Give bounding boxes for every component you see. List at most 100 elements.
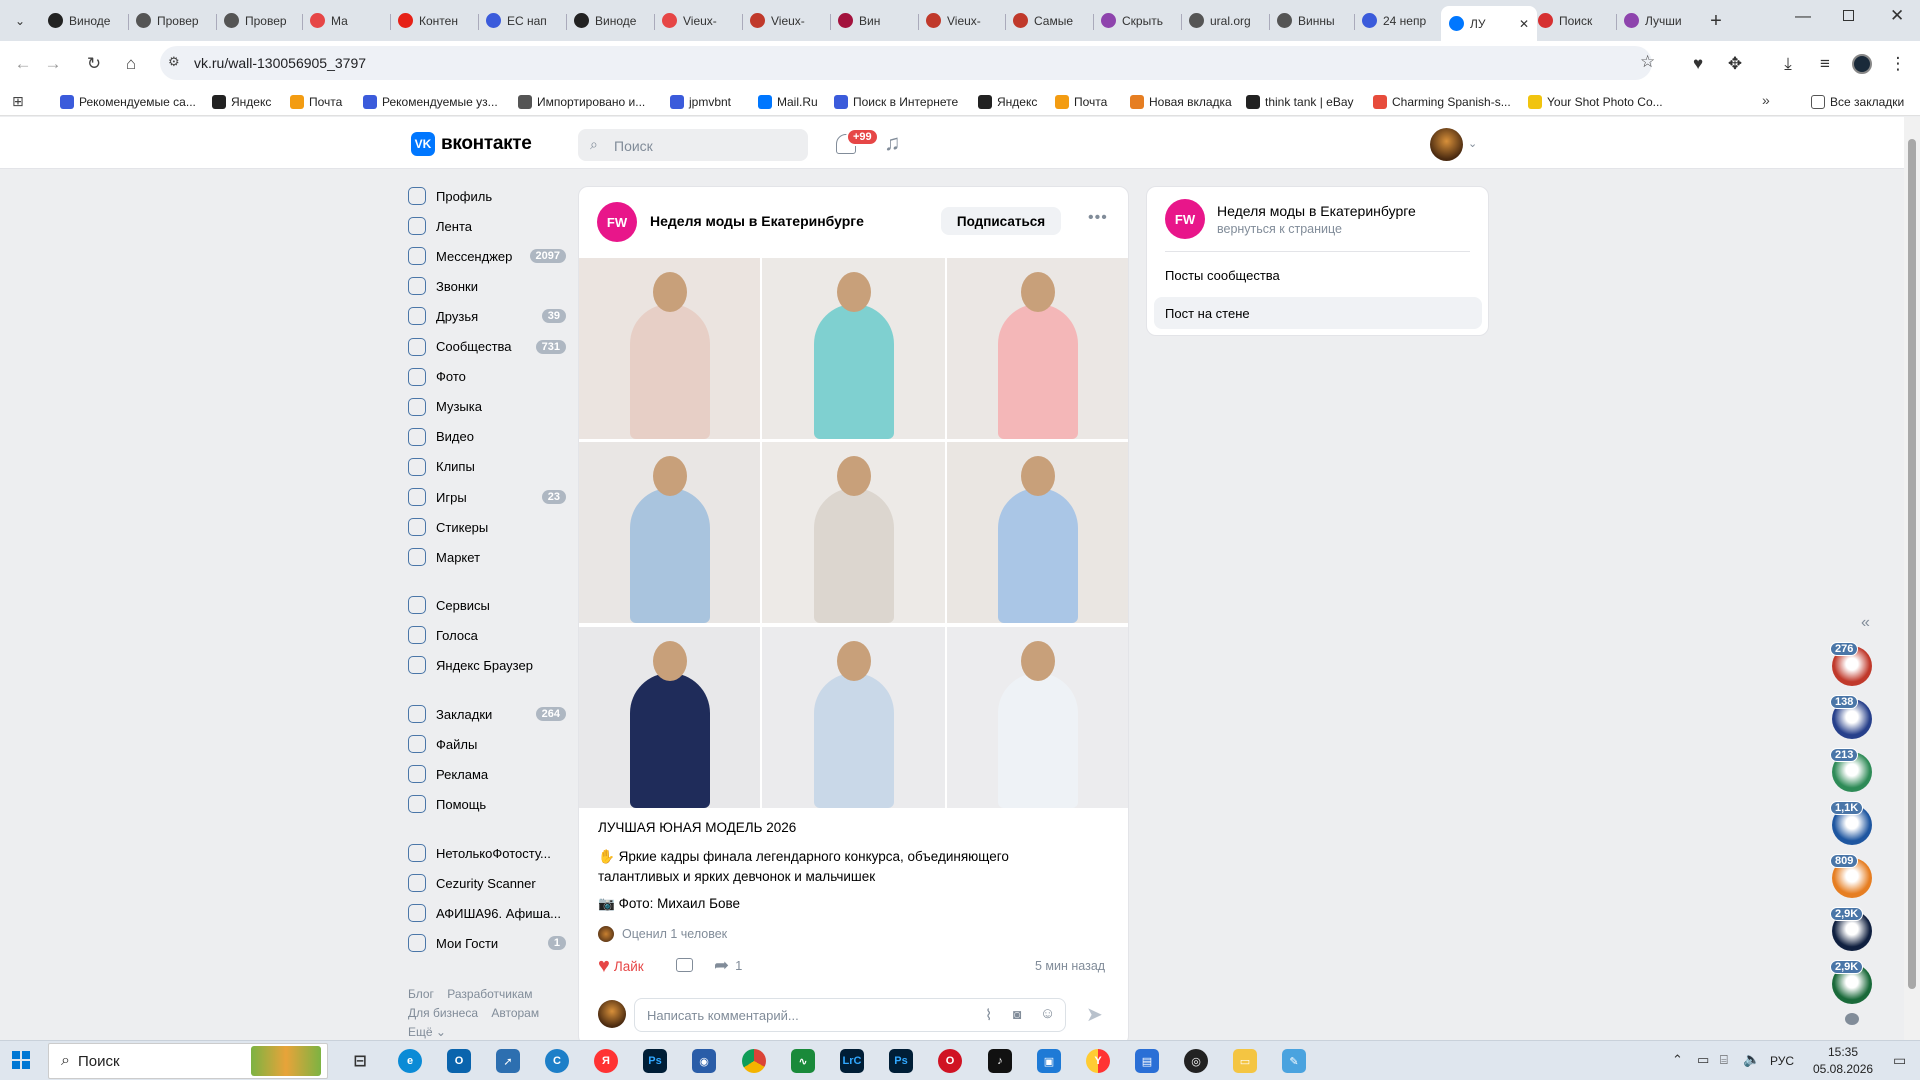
menu-item[interactable]: Звонки bbox=[408, 272, 568, 300]
download-icon[interactable]: ⤓ bbox=[1775, 51, 1801, 77]
lightroom-icon[interactable]: LrC bbox=[840, 1049, 864, 1073]
browser-tab[interactable]: Лучши bbox=[1624, 8, 1702, 33]
restore-button[interactable] bbox=[1843, 10, 1854, 21]
liker-avatar[interactable] bbox=[598, 926, 614, 942]
post-time[interactable]: 5 мин назад bbox=[1035, 959, 1105, 973]
post-photo[interactable] bbox=[947, 442, 1128, 623]
bookmark-item[interactable]: jpmvbnt bbox=[670, 92, 731, 112]
footer-more[interactable]: Ещё bbox=[408, 1025, 433, 1039]
close-tab-icon[interactable]: ✕ bbox=[1519, 17, 1529, 31]
post-photo[interactable] bbox=[947, 258, 1128, 439]
send-icon[interactable]: ➤ bbox=[1086, 1002, 1103, 1027]
menu-item[interactable]: Фото bbox=[408, 363, 568, 391]
camera-app-icon[interactable]: ◉ bbox=[692, 1049, 716, 1073]
more-bookmarks-icon[interactable]: » bbox=[1762, 92, 1770, 108]
browser-tab[interactable]: 24 непр bbox=[1362, 8, 1440, 33]
bookmark-item[interactable]: Charming Spanish-s... bbox=[1373, 92, 1511, 112]
menu-item[interactable]: Мои Гости 1 bbox=[408, 929, 568, 957]
edge-icon[interactable]: e bbox=[398, 1049, 422, 1073]
all-bookmarks[interactable]: Все закладки bbox=[1811, 92, 1904, 112]
user-avatar[interactable] bbox=[1430, 128, 1463, 161]
app-blue-icon[interactable]: ▣ bbox=[1037, 1049, 1061, 1073]
menu-item[interactable]: Яндекс Браузер bbox=[408, 651, 568, 679]
footer-blog[interactable]: Блог bbox=[408, 987, 434, 1001]
post-photo[interactable] bbox=[762, 258, 945, 439]
bookmark-star-icon[interactable]: ☆ bbox=[1640, 52, 1655, 72]
attach-icon[interactable]: ⌇ bbox=[985, 1006, 992, 1024]
camera-icon[interactable]: ◙ bbox=[1013, 1006, 1021, 1022]
chat-avatar[interactable]: 138 bbox=[1830, 695, 1872, 739]
browser-tab[interactable]: Поиск bbox=[1538, 8, 1616, 33]
browser-tab[interactable]: Vieux- bbox=[926, 8, 1004, 33]
menu-item[interactable]: Клипы bbox=[408, 453, 568, 481]
browser-tab[interactable]: ЕС нап bbox=[486, 8, 564, 33]
menu-item[interactable]: Сервисы bbox=[408, 591, 568, 619]
bookmark-item[interactable]: Импортировано и... bbox=[518, 92, 645, 112]
menu-item[interactable]: Cezurity Scanner bbox=[408, 869, 568, 897]
bookmark-item[interactable]: Почта bbox=[290, 92, 342, 112]
menu-item[interactable]: Сообщества 731 bbox=[408, 333, 568, 361]
footer-business[interactable]: Для бизнеса bbox=[408, 1006, 478, 1020]
bookmark-item[interactable]: Яндекс bbox=[978, 92, 1037, 112]
side-title[interactable]: Неделя моды в Екатеринбурге bbox=[1217, 203, 1416, 219]
bookmark-item[interactable]: Рекомендуемые уз... bbox=[363, 92, 498, 112]
chat-avatar[interactable]: 276 bbox=[1830, 642, 1872, 686]
music-icon[interactable]: ♫ bbox=[884, 130, 901, 156]
app-arrow-icon[interactable]: ➚ bbox=[496, 1049, 520, 1073]
browser-tab[interactable]: Контен bbox=[398, 8, 476, 33]
menu-item[interactable]: НетолькоФотосту... bbox=[408, 839, 568, 867]
browser-tab[interactable]: Вин bbox=[838, 8, 916, 33]
chat-avatar[interactable]: 2,9K bbox=[1830, 907, 1872, 951]
menu-item[interactable]: Закладки 264 bbox=[408, 700, 568, 728]
tray-volume-icon[interactable]: 🔈 bbox=[1743, 1051, 1760, 1068]
menu-item[interactable]: Музыка bbox=[408, 393, 568, 421]
scrollbar-thumb[interactable] bbox=[1908, 139, 1916, 989]
extensions-icon[interactable]: ✥ bbox=[1722, 51, 1748, 77]
bookmark-item[interactable]: Mail.Ru bbox=[758, 92, 818, 112]
chrome-icon[interactable] bbox=[742, 1049, 766, 1073]
tray-display-icon[interactable]: ▭ bbox=[1697, 1052, 1709, 1068]
bookmark-item[interactable]: Новая вкладка bbox=[1130, 92, 1232, 112]
footer-dev[interactable]: Разработчикам bbox=[447, 987, 532, 1001]
browser-tab[interactable]: Vieux- bbox=[750, 8, 828, 33]
app-note-icon[interactable]: ✎ bbox=[1282, 1049, 1306, 1073]
app-docs-icon[interactable]: ▤ bbox=[1135, 1049, 1159, 1073]
reload-icon[interactable]: ↻ bbox=[81, 51, 107, 77]
menu-item[interactable]: АФИША96. Афиша... bbox=[408, 899, 568, 927]
site-info-icon[interactable]: ⚙ bbox=[168, 54, 180, 70]
browser-tab[interactable]: Винны bbox=[1277, 8, 1355, 33]
chat-avatar[interactable]: 1,1K bbox=[1830, 801, 1872, 845]
chat-avatar[interactable]: 809 bbox=[1830, 854, 1872, 898]
bookmark-item[interactable]: Рекомендуемые са... bbox=[60, 92, 196, 112]
chart-app-icon[interactable]: ∿ bbox=[791, 1049, 815, 1073]
chat-avatar[interactable]: 213 bbox=[1830, 748, 1872, 792]
menu-item[interactable]: Профиль bbox=[408, 182, 568, 210]
new-tab-button[interactable]: + bbox=[1703, 8, 1729, 34]
menu-item[interactable]: Лента bbox=[408, 212, 568, 240]
tiktok-icon[interactable]: ♪ bbox=[988, 1049, 1012, 1073]
menu-item[interactable]: Реклама bbox=[408, 760, 568, 788]
task-view-icon[interactable]: ⊟ bbox=[348, 1049, 372, 1073]
like-button[interactable]: ♥ Лайк bbox=[598, 955, 644, 978]
browser-tab[interactable]: Vieux- bbox=[662, 8, 740, 33]
clock-time[interactable]: 15:35 bbox=[1818, 1045, 1868, 1059]
menu-item[interactable]: Видео bbox=[408, 423, 568, 451]
chat-avatar[interactable]: 2,9K bbox=[1830, 960, 1872, 1004]
forward-icon[interactable]: → bbox=[40, 51, 66, 77]
ccleaner-icon[interactable]: C bbox=[545, 1049, 569, 1073]
address-bar[interactable]: ⚙ vk.ru/wall-130056905_3797 ☆ bbox=[160, 46, 1655, 80]
bookmark-item[interactable]: think tank | eBay bbox=[1246, 92, 1354, 112]
yandex-icon[interactable]: Я bbox=[594, 1049, 618, 1073]
subscribe-button[interactable]: Подписаться bbox=[941, 207, 1061, 235]
menu-item[interactable]: Голоса bbox=[408, 621, 568, 649]
bookmark-item[interactable]: Яндекс bbox=[212, 92, 271, 112]
menu-item[interactable]: Маркет bbox=[408, 543, 568, 571]
tab-list-button[interactable]: ⌄ bbox=[8, 9, 32, 33]
bookmark-item[interactable]: Your Shot Photo Co... bbox=[1528, 92, 1663, 112]
home-icon[interactable]: ⌂ bbox=[118, 51, 144, 77]
back-icon[interactable]: ← bbox=[10, 51, 36, 77]
page-scrollbar[interactable] bbox=[1904, 117, 1920, 1040]
comment-icon[interactable] bbox=[676, 958, 693, 972]
side-item-community-posts[interactable]: Посты сообщества bbox=[1154, 260, 1482, 290]
browser-tab[interactable]: Самые bbox=[1013, 8, 1091, 33]
